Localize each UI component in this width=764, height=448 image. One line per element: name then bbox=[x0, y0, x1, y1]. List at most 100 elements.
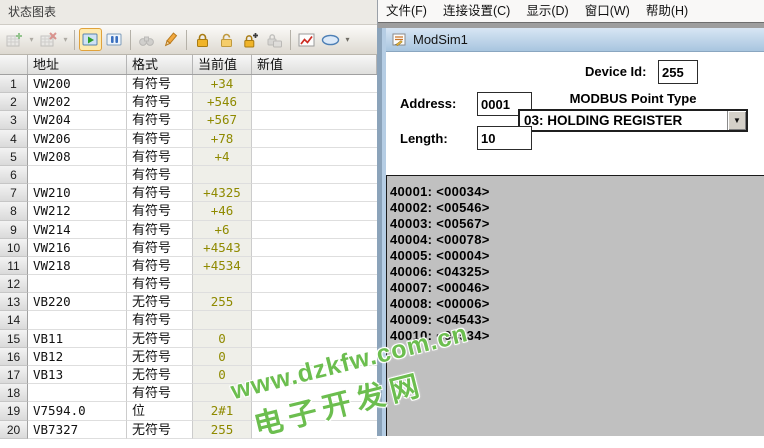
new-value-cell[interactable] bbox=[252, 111, 377, 129]
format-cell[interactable]: 位 bbox=[127, 402, 193, 420]
current-value-cell[interactable]: +34 bbox=[193, 75, 252, 93]
address-cell[interactable]: VW216 bbox=[28, 239, 127, 257]
new-value-cell[interactable] bbox=[252, 275, 377, 293]
address-cell[interactable]: VB13 bbox=[28, 366, 127, 384]
menu-item[interactable]: 连接设置(C) bbox=[435, 0, 518, 22]
current-value-cell[interactable]: +567 bbox=[193, 111, 252, 129]
address-cell[interactable]: VB12 bbox=[28, 348, 127, 366]
address-cell[interactable]: VW210 bbox=[28, 184, 127, 202]
new-value-cell[interactable] bbox=[252, 366, 377, 384]
row-number-cell[interactable]: 3 bbox=[0, 111, 28, 129]
address-cell[interactable]: VW204 bbox=[28, 111, 127, 129]
format-cell[interactable]: 有符号 bbox=[127, 148, 193, 166]
current-value-cell[interactable]: 0 bbox=[193, 330, 252, 348]
current-value-cell[interactable]: +6 bbox=[193, 221, 252, 239]
write-all-button[interactable] bbox=[159, 28, 182, 51]
delete-row-button[interactable] bbox=[37, 28, 60, 51]
modsim1-titlebar[interactable]: ModSim1 bbox=[386, 28, 764, 52]
format-cell[interactable]: 有符号 bbox=[127, 311, 193, 329]
current-value-cell[interactable]: +46 bbox=[193, 202, 252, 220]
row-number-cell[interactable]: 7 bbox=[0, 184, 28, 202]
row-number-cell[interactable]: 19 bbox=[0, 402, 28, 420]
address-cell[interactable]: VW208 bbox=[28, 148, 127, 166]
row-number-cell[interactable]: 13 bbox=[0, 293, 28, 311]
row-number-cell[interactable]: 6 bbox=[0, 166, 28, 184]
address-cell[interactable]: VB220 bbox=[28, 293, 127, 311]
new-value-cell[interactable] bbox=[252, 257, 377, 275]
bookmark-caret-icon[interactable]: ▾ bbox=[343, 35, 352, 44]
current-value-cell[interactable] bbox=[193, 166, 252, 184]
menu-item[interactable]: 窗口(W) bbox=[577, 0, 638, 22]
format-cell[interactable]: 有符号 bbox=[127, 275, 193, 293]
new-value-cell[interactable] bbox=[252, 311, 377, 329]
new-value-cell[interactable] bbox=[252, 384, 377, 402]
current-value-cell[interactable] bbox=[193, 311, 252, 329]
address-cell[interactable] bbox=[28, 311, 127, 329]
format-cell[interactable]: 有符号 bbox=[127, 166, 193, 184]
new-value-cell[interactable] bbox=[252, 348, 377, 366]
current-value-cell[interactable]: +78 bbox=[193, 130, 252, 148]
row-number-cell[interactable]: 4 bbox=[0, 130, 28, 148]
point-type-dropdown-button[interactable]: ▼ bbox=[727, 111, 746, 130]
insert-row-caret-icon[interactable]: ▾ bbox=[27, 35, 36, 44]
new-value-cell[interactable] bbox=[252, 293, 377, 311]
row-number-cell[interactable]: 11 bbox=[0, 257, 28, 275]
current-value-cell[interactable]: 255 bbox=[193, 293, 252, 311]
row-number-cell[interactable]: 14 bbox=[0, 311, 28, 329]
format-cell[interactable]: 有符号 bbox=[127, 239, 193, 257]
new-value-cell[interactable] bbox=[252, 330, 377, 348]
address-cell[interactable]: VW218 bbox=[28, 257, 127, 275]
address-cell[interactable]: VW212 bbox=[28, 202, 127, 220]
row-number-cell[interactable]: 12 bbox=[0, 275, 28, 293]
format-cell[interactable]: 有符号 bbox=[127, 221, 193, 239]
force-button[interactable] bbox=[191, 28, 214, 51]
current-value-cell[interactable] bbox=[193, 275, 252, 293]
insert-row-button[interactable] bbox=[3, 28, 26, 51]
current-value-cell[interactable] bbox=[193, 384, 252, 402]
address-cell[interactable] bbox=[28, 166, 127, 184]
format-cell[interactable]: 无符号 bbox=[127, 348, 193, 366]
delete-row-caret-icon[interactable]: ▾ bbox=[61, 35, 70, 44]
current-value-cell[interactable]: +4325 bbox=[193, 184, 252, 202]
row-number-cell[interactable]: 2 bbox=[0, 93, 28, 111]
row-number-cell[interactable]: 5 bbox=[0, 148, 28, 166]
new-value-cell[interactable] bbox=[252, 202, 377, 220]
row-number-cell[interactable]: 16 bbox=[0, 348, 28, 366]
new-value-cell[interactable] bbox=[252, 221, 377, 239]
row-number-cell[interactable]: 1 bbox=[0, 75, 28, 93]
row-number-cell[interactable]: 17 bbox=[0, 366, 28, 384]
current-value-cell[interactable]: +4534 bbox=[193, 257, 252, 275]
current-value-cell[interactable]: 255 bbox=[193, 421, 252, 439]
format-cell[interactable]: 有符号 bbox=[127, 93, 193, 111]
format-cell[interactable]: 有符号 bbox=[127, 184, 193, 202]
address-cell[interactable]: VW214 bbox=[28, 221, 127, 239]
row-number-cell[interactable]: 20 bbox=[0, 421, 28, 439]
address-cell[interactable]: VW206 bbox=[28, 130, 127, 148]
row-number-cell[interactable]: 8 bbox=[0, 202, 28, 220]
new-value-cell[interactable] bbox=[252, 402, 377, 420]
menu-item[interactable]: 显示(D) bbox=[518, 0, 576, 22]
new-value-cell[interactable] bbox=[252, 93, 377, 111]
address-cell[interactable]: VB7327 bbox=[28, 421, 127, 439]
unforce-button[interactable] bbox=[215, 28, 238, 51]
unforce-all-button[interactable] bbox=[263, 28, 286, 51]
current-value-cell[interactable]: +4543 bbox=[193, 239, 252, 257]
current-value-cell[interactable]: 0 bbox=[193, 348, 252, 366]
format-cell[interactable]: 有符号 bbox=[127, 130, 193, 148]
address-cell[interactable] bbox=[28, 275, 127, 293]
row-number-cell[interactable]: 18 bbox=[0, 384, 28, 402]
format-cell[interactable]: 无符号 bbox=[127, 293, 193, 311]
format-cell[interactable]: 有符号 bbox=[127, 75, 193, 93]
device-id-input[interactable] bbox=[658, 60, 698, 84]
format-cell[interactable]: 有符号 bbox=[127, 202, 193, 220]
new-value-cell[interactable] bbox=[252, 130, 377, 148]
current-value-cell[interactable]: +4 bbox=[193, 148, 252, 166]
format-cell[interactable]: 有符号 bbox=[127, 111, 193, 129]
trend-view-button[interactable] bbox=[295, 28, 318, 51]
address-cell[interactable] bbox=[28, 384, 127, 402]
row-number-cell[interactable]: 10 bbox=[0, 239, 28, 257]
read-all-button[interactable] bbox=[135, 28, 158, 51]
format-cell[interactable]: 无符号 bbox=[127, 330, 193, 348]
menu-item[interactable]: 文件(F) bbox=[378, 0, 435, 22]
new-value-cell[interactable] bbox=[252, 421, 377, 439]
